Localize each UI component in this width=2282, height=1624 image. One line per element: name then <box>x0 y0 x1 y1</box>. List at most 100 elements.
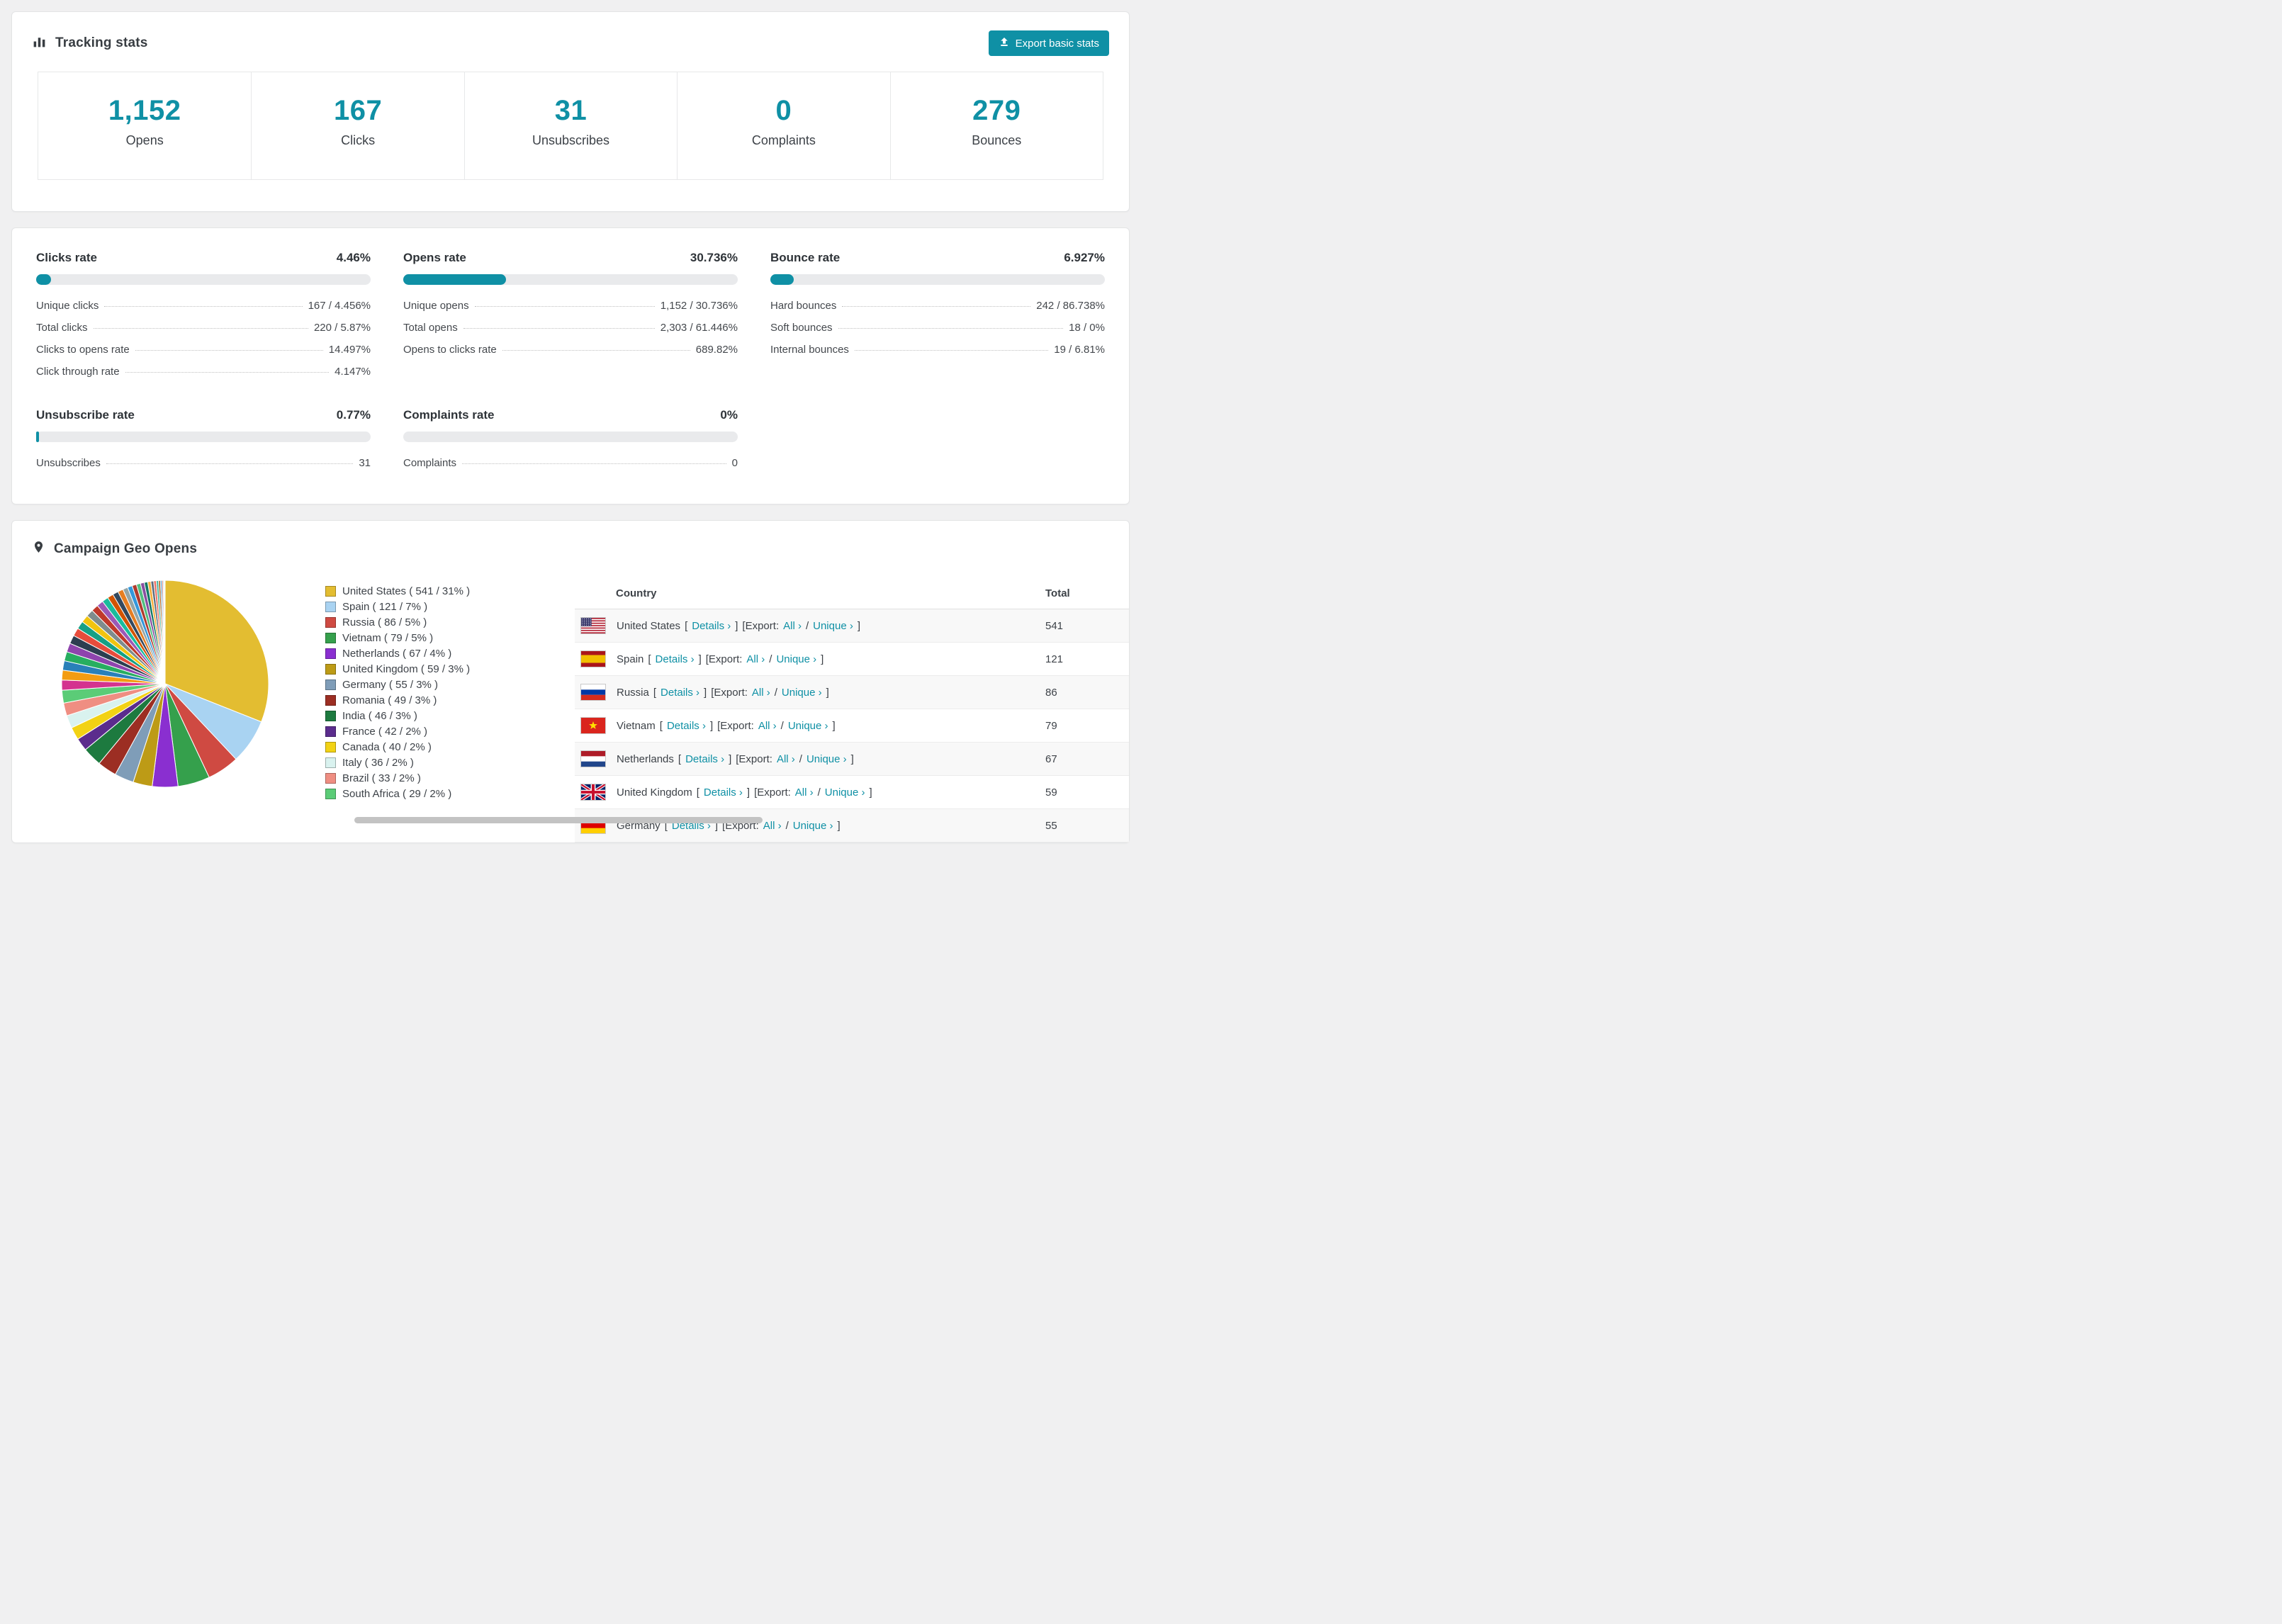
legend-swatch <box>325 585 336 597</box>
bracket-open: [ <box>653 686 657 699</box>
bracket-close: ] <box>821 653 824 665</box>
column-header-country: Country <box>575 577 1045 609</box>
legend-item: India ( 46 / 3% ) <box>325 708 575 723</box>
geo-table-row: Netherlands [Details ›] [Export: All › / Uniq… <box>575 742 1129 776</box>
rate-progress-fill <box>403 274 507 285</box>
export-icon <box>999 36 1010 50</box>
bracket-close: ] <box>746 786 751 799</box>
legend-item: Spain ( 121 / 7% ) <box>325 599 575 614</box>
legend-item: Italy ( 36 / 2% ) <box>325 755 575 770</box>
rate-row: Total clicks 220 / 5.87% <box>36 317 371 339</box>
rate-row-label: Internal bounces <box>770 344 849 356</box>
bracket-close: ] <box>850 752 854 765</box>
legend-item: United States ( 541 / 31% ) <box>325 583 575 599</box>
dotted-leader <box>502 350 690 351</box>
es-flag-icon <box>580 650 606 667</box>
details-link[interactable]: Details › <box>685 753 724 765</box>
legend-swatch <box>325 772 336 784</box>
us-flag-icon <box>580 617 606 634</box>
details-link[interactable]: Details › <box>692 620 731 632</box>
export-all-link[interactable]: All › <box>795 786 814 799</box>
slash-separator: / <box>769 653 772 665</box>
stat-box: 31 Unsubscribes <box>463 72 678 179</box>
rate-title: Unsubscribe rate <box>36 408 135 422</box>
country-total: 67 <box>1045 742 1129 776</box>
rate-title: Clicks rate <box>36 251 97 264</box>
rate-title: Opens rate <box>403 251 466 264</box>
export-all-link[interactable]: All › <box>758 720 777 732</box>
rate-panel: Unsubscribe rate 0.77% Unsubscribes 31 <box>36 408 371 474</box>
export-label: [Export: <box>754 786 791 799</box>
slash-separator: / <box>817 786 821 799</box>
dotted-leader <box>838 328 1064 329</box>
export-all-link[interactable]: All › <box>777 753 795 765</box>
stat-box: 0 Complaints <box>677 72 890 179</box>
rate-row-value: 220 / 5.87% <box>313 322 371 334</box>
export-all-link[interactable]: All › <box>746 653 765 665</box>
stats-grid: 1,152 Opens 167 Clicks 31 Unsubscribes 0 Compla… <box>38 72 1103 180</box>
legend-item: South Africa ( 29 / 2% ) <box>325 786 575 801</box>
export-all-link[interactable]: All › <box>752 687 770 699</box>
rate-percent: 4.46% <box>336 251 371 264</box>
rate-row: Unique clicks 167 / 4.456% <box>36 295 371 317</box>
campaign-geo-opens-card: Campaign Geo Opens United States ( 541 /… <box>11 520 1130 843</box>
nl-flag-icon <box>580 750 606 767</box>
legend-label: India ( 46 / 3% ) <box>342 709 417 722</box>
export-all-link[interactable]: All › <box>783 620 802 632</box>
export-unique-link[interactable]: Unique › <box>813 620 853 632</box>
legend-label: Vietnam ( 79 / 5% ) <box>342 631 434 644</box>
geo-table-row: United States [Details ›] [Export: All › / Un… <box>575 609 1129 643</box>
column-header-total: Total <box>1045 577 1129 609</box>
rates-grid: Clicks rate 4.46% Unique clicks 167 / 4.456… <box>12 228 1129 504</box>
export-unique-link[interactable]: Unique › <box>788 720 828 732</box>
dotted-leader <box>135 350 323 351</box>
legend-swatch <box>325 741 336 752</box>
bracket-close: ] <box>857 619 860 632</box>
rate-row-value: 167 / 4.456% <box>308 300 371 312</box>
geo-table-row: United Kingdom[Details ›] [Export: All › / U… <box>575 775 1129 809</box>
tracking-stats-title: Tracking stats <box>32 34 148 53</box>
rate-progress-track <box>36 274 371 285</box>
export-basic-stats-button[interactable]: Export basic stats <box>988 30 1109 56</box>
details-link[interactable]: Details › <box>656 653 695 665</box>
bracket-close: ] <box>826 686 829 699</box>
campaign-geo-opens-title: Campaign Geo Opens <box>32 539 197 559</box>
details-link[interactable]: Details › <box>704 786 743 799</box>
legend-swatch <box>325 632 336 643</box>
export-unique-link[interactable]: Unique › <box>776 653 816 665</box>
stat-label: Bounces <box>972 133 1022 147</box>
rate-panel: Opens rate 30.736% Unique opens 1,152 / 30.… <box>403 251 738 383</box>
legend-item: Germany ( 55 / 3% ) <box>325 677 575 692</box>
legend-swatch <box>325 710 336 721</box>
legend-label: Netherlands ( 67 / 4% ) <box>342 647 452 660</box>
export-unique-link[interactable]: Unique › <box>793 820 833 832</box>
rate-panel: Complaints rate 0% Complaints 0 <box>403 408 738 474</box>
export-unique-link[interactable]: Unique › <box>782 687 822 699</box>
horizontal-scrollbar-thumb[interactable] <box>354 817 763 823</box>
dotted-leader <box>474 306 655 307</box>
bracket-open: [ <box>696 786 699 799</box>
details-link[interactable]: Details › <box>661 687 699 699</box>
bracket-close: ] <box>709 719 714 732</box>
rate-progress-fill <box>36 274 52 285</box>
rate-percent: 6.927% <box>1064 251 1105 264</box>
country-name: Netherlands <box>617 752 674 765</box>
rate-row-value: 0 <box>731 457 738 469</box>
legend-label: Germany ( 55 / 3% ) <box>342 678 439 691</box>
details-link[interactable]: Details › <box>667 720 706 732</box>
legend-item: United Kingdom ( 59 / 3% ) <box>325 661 575 677</box>
bracket-open: [ <box>685 619 688 632</box>
legend-swatch <box>325 679 336 690</box>
rate-progress-track <box>36 432 371 442</box>
slash-separator: / <box>780 719 784 732</box>
rate-row-label: Complaints <box>403 457 457 469</box>
export-unique-link[interactable]: Unique › <box>806 753 847 765</box>
export-unique-link[interactable]: Unique › <box>825 786 865 799</box>
legend-item: France ( 42 / 2% ) <box>325 723 575 739</box>
tracking-stats-page: { "colors": { "accent": "#0f90a5" }, "tr… <box>0 11 1141 843</box>
legend-item: Vietnam ( 79 / 5% ) <box>325 630 575 645</box>
export-label: [Export: <box>742 619 780 632</box>
bracket-close: ] <box>832 719 836 732</box>
rate-row-label: Soft bounces <box>770 322 833 334</box>
export-all-link[interactable]: All › <box>763 820 782 832</box>
